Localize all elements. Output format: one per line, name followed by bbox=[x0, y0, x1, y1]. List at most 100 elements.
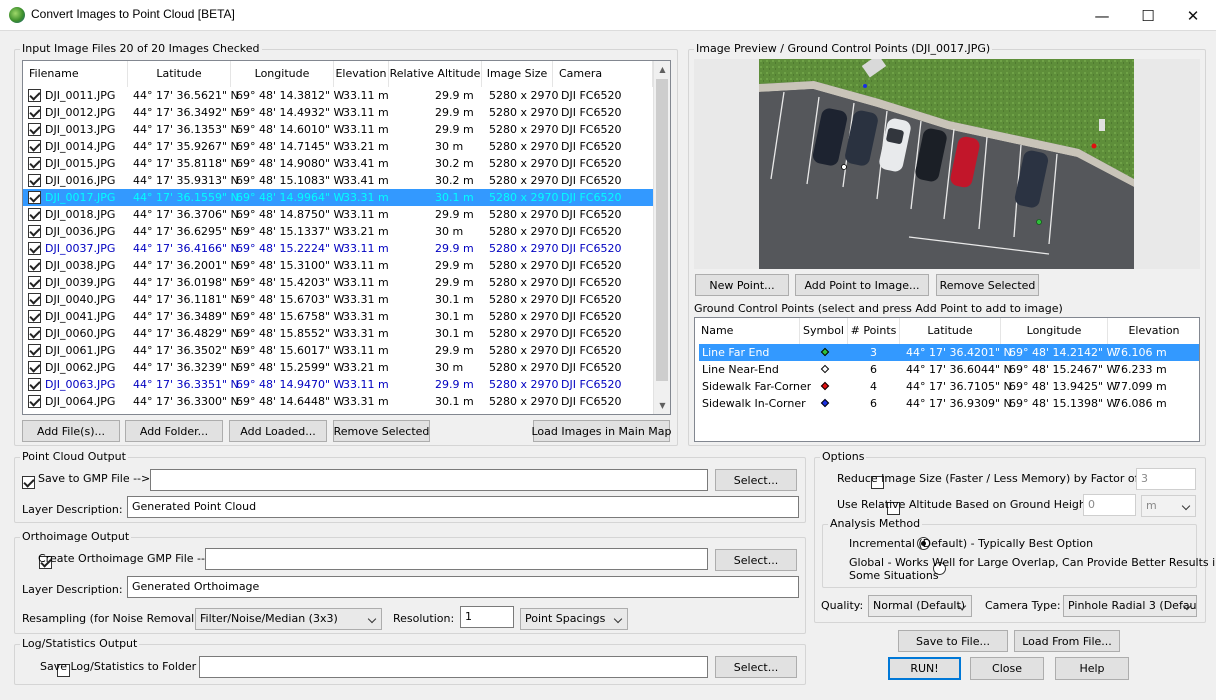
gcp-row[interactable]: Line Near-End 6 44° 17' 36.6044" N 69° 48' … bbox=[699, 361, 1199, 378]
image-preview-panel[interactable] bbox=[694, 59, 1200, 269]
quality-dropdown[interactable]: Normal (Default) bbox=[868, 595, 972, 617]
load-images-main-map-button[interactable]: Load Images in Main Map bbox=[531, 420, 672, 442]
row-checkbox[interactable] bbox=[28, 123, 41, 136]
table-row[interactable]: DJI_0016.JPG 44° 17' 35.9313" N 69° 48' 15… bbox=[23, 172, 653, 189]
files-list-scrollbar[interactable]: ▲ ▼ bbox=[653, 61, 670, 414]
new-point-button[interactable]: New Point... bbox=[695, 274, 789, 296]
point-cloud-path-input[interactable] bbox=[150, 469, 708, 491]
scroll-down-icon[interactable]: ▼ bbox=[654, 397, 670, 414]
table-row[interactable]: DJI_0064.JPG 44° 17' 36.3300" N 69° 48' 14… bbox=[23, 393, 653, 410]
table-row[interactable]: DJI_0041.JPG 44° 17' 36.3489" N 69° 48' 15… bbox=[23, 308, 653, 325]
minimize-button[interactable]: — bbox=[1079, 0, 1125, 31]
aerial-image-preview[interactable] bbox=[694, 59, 1200, 269]
table-row[interactable]: DJI_0061.JPG 44° 17' 36.3502" N 69° 48' 15… bbox=[23, 342, 653, 359]
gcp-row[interactable]: Sidewalk In-Corner 6 44° 17' 36.9309" N 69°… bbox=[699, 395, 1199, 412]
ground-height-input[interactable]: 0 bbox=[1083, 494, 1136, 516]
table-row[interactable]: DJI_0038.JPG 44° 17' 36.2001" N 69° 48' 15… bbox=[23, 257, 653, 274]
input-files-list[interactable]: Filename Latitude Longitude Elevation Relati… bbox=[22, 60, 671, 415]
table-row[interactable]: DJI_0063.JPG 44° 17' 36.3351" N 69° 48' 14… bbox=[23, 376, 653, 393]
files-column-header[interactable]: Camera bbox=[553, 61, 653, 87]
gcp-list[interactable]: Name Symbol # Points Latitude Longitude Eleva… bbox=[694, 317, 1200, 442]
row-checkbox[interactable] bbox=[28, 242, 41, 255]
ortho-path-input[interactable] bbox=[205, 548, 708, 570]
save-gmp-checkbox[interactable] bbox=[22, 475, 35, 489]
table-row[interactable]: DJI_0012.JPG 44° 17' 36.3492" N 69° 48' 14… bbox=[23, 104, 653, 121]
row-checkbox[interactable] bbox=[28, 225, 41, 238]
run-button[interactable]: RUN! bbox=[888, 657, 961, 680]
table-row[interactable]: DJI_0017.JPG 44° 17' 36.1559" N 69° 48' 14… bbox=[23, 189, 653, 206]
gcp-column-header[interactable]: Symbol bbox=[800, 318, 848, 344]
row-checkbox[interactable] bbox=[28, 174, 41, 187]
table-row[interactable]: DJI_0014.JPG 44° 17' 35.9267" N 69° 48' 14… bbox=[23, 138, 653, 155]
camera-type-dropdown[interactable]: Pinhole Radial 3 (Defau bbox=[1063, 595, 1197, 617]
reduce-factor-input[interactable]: 3 bbox=[1136, 468, 1196, 490]
table-row[interactable]: DJI_0036.JPG 44° 17' 36.6295" N 69° 48' 15… bbox=[23, 223, 653, 240]
point-cloud-desc-input[interactable]: Generated Point Cloud bbox=[127, 496, 799, 518]
save-to-file-button[interactable]: Save to File... bbox=[898, 630, 1008, 652]
row-checkbox[interactable] bbox=[28, 106, 41, 119]
resampling-dropdown[interactable]: Filter/Noise/Median (3x3) bbox=[195, 608, 382, 630]
files-column-header[interactable]: Filename bbox=[23, 61, 128, 87]
point-cloud-select-button[interactable]: Select... bbox=[715, 469, 797, 491]
row-checkbox[interactable] bbox=[28, 191, 41, 204]
row-checkbox[interactable] bbox=[28, 310, 41, 323]
close-button[interactable]: Close bbox=[970, 657, 1044, 680]
row-checkbox[interactable] bbox=[28, 157, 41, 170]
maximize-button[interactable]: ☐ bbox=[1125, 0, 1171, 31]
table-row[interactable]: DJI_0060.JPG 44° 17' 36.4829" N 69° 48' 15… bbox=[23, 325, 653, 342]
close-window-button[interactable]: ✕ bbox=[1170, 0, 1216, 31]
rel-cell: 30 m bbox=[435, 361, 464, 374]
table-row[interactable]: DJI_0013.JPG 44° 17' 36.1353" N 69° 48' 14… bbox=[23, 121, 653, 138]
help-button[interactable]: Help bbox=[1055, 657, 1129, 680]
table-row[interactable]: DJI_0062.JPG 44° 17' 36.3239" N 69° 48' 15… bbox=[23, 359, 653, 376]
row-checkbox[interactable] bbox=[28, 378, 41, 391]
gcp-column-header[interactable]: Elevation bbox=[1108, 318, 1199, 344]
add-loaded-button[interactable]: Add Loaded... bbox=[229, 420, 327, 442]
gcp-row[interactable]: Sidewalk Far-Corner 4 44° 17' 36.7105" N 69… bbox=[699, 378, 1199, 395]
ortho-select-button[interactable]: Select... bbox=[715, 549, 797, 571]
files-column-header[interactable]: Latitude bbox=[128, 61, 231, 87]
files-column-header[interactable]: Relative Altitude bbox=[389, 61, 482, 87]
log-path-input[interactable] bbox=[199, 656, 708, 678]
gcp-column-header[interactable]: Latitude bbox=[900, 318, 1001, 344]
table-row[interactable]: DJI_0011.JPG 44° 17' 36.5621" N 69° 48' 14… bbox=[23, 87, 653, 104]
row-checkbox[interactable] bbox=[28, 259, 41, 272]
row-checkbox[interactable] bbox=[28, 89, 41, 102]
row-checkbox[interactable] bbox=[28, 395, 41, 408]
table-row[interactable]: DJI_0018.JPG 44° 17' 36.3706" N 69° 48' 14… bbox=[23, 206, 653, 223]
files-column-header[interactable]: Elevation bbox=[334, 61, 389, 87]
gcp-column-header[interactable]: # Points bbox=[848, 318, 900, 344]
spacing-dropdown[interactable]: Point Spacings bbox=[520, 608, 628, 630]
table-row[interactable]: DJI_0039.JPG 44° 17' 36.0198" N 69° 48' 15… bbox=[23, 274, 653, 291]
row-checkbox[interactable] bbox=[28, 276, 41, 289]
gcp-column-header[interactable]: Longitude bbox=[1001, 318, 1108, 344]
scrollbar-thumb[interactable] bbox=[656, 79, 668, 381]
row-checkbox[interactable] bbox=[28, 293, 41, 306]
row-checkbox[interactable] bbox=[28, 361, 41, 374]
row-checkbox[interactable] bbox=[28, 140, 41, 153]
height-unit-dropdown[interactable]: m bbox=[1141, 495, 1196, 517]
add-folder-button[interactable]: Add Folder... bbox=[125, 420, 223, 442]
title-bar: Convert Images to Point Cloud [BETA] — ☐… bbox=[0, 0, 1216, 31]
files-column-header[interactable]: Longitude bbox=[231, 61, 334, 87]
remove-selected-files-button[interactable]: Remove Selected bbox=[333, 420, 430, 442]
add-files-button[interactable]: Add File(s)... bbox=[22, 420, 120, 442]
resolution-input[interactable]: 1 bbox=[460, 606, 514, 628]
row-checkbox[interactable] bbox=[28, 327, 41, 340]
row-checkbox[interactable] bbox=[28, 344, 41, 357]
cam-cell: DJI FC6520 bbox=[561, 378, 622, 391]
load-from-file-button[interactable]: Load From File... bbox=[1014, 630, 1120, 652]
gcp-column-header[interactable]: Name bbox=[695, 318, 800, 344]
files-column-header[interactable]: Image Size bbox=[482, 61, 553, 87]
remove-selected-point-button[interactable]: Remove Selected bbox=[936, 274, 1039, 296]
filename-cell: DJI_0038.JPG bbox=[45, 259, 116, 272]
ortho-desc-input[interactable]: Generated Orthoimage bbox=[127, 576, 799, 598]
table-row[interactable]: DJI_0015.JPG 44° 17' 35.8118" N 69° 48' 14… bbox=[23, 155, 653, 172]
log-select-button[interactable]: Select... bbox=[715, 656, 797, 678]
table-row[interactable]: DJI_0037.JPG 44° 17' 36.4166" N 69° 48' 15… bbox=[23, 240, 653, 257]
add-point-to-image-button[interactable]: Add Point to Image... bbox=[795, 274, 929, 296]
scroll-up-icon[interactable]: ▲ bbox=[654, 61, 670, 78]
gcp-row[interactable]: Line Far End 3 44° 17' 36.4201" N 69° 48' 1… bbox=[699, 344, 1199, 361]
row-checkbox[interactable] bbox=[28, 208, 41, 221]
table-row[interactable]: DJI_0040.JPG 44° 17' 36.1181" N 69° 48' 15… bbox=[23, 291, 653, 308]
